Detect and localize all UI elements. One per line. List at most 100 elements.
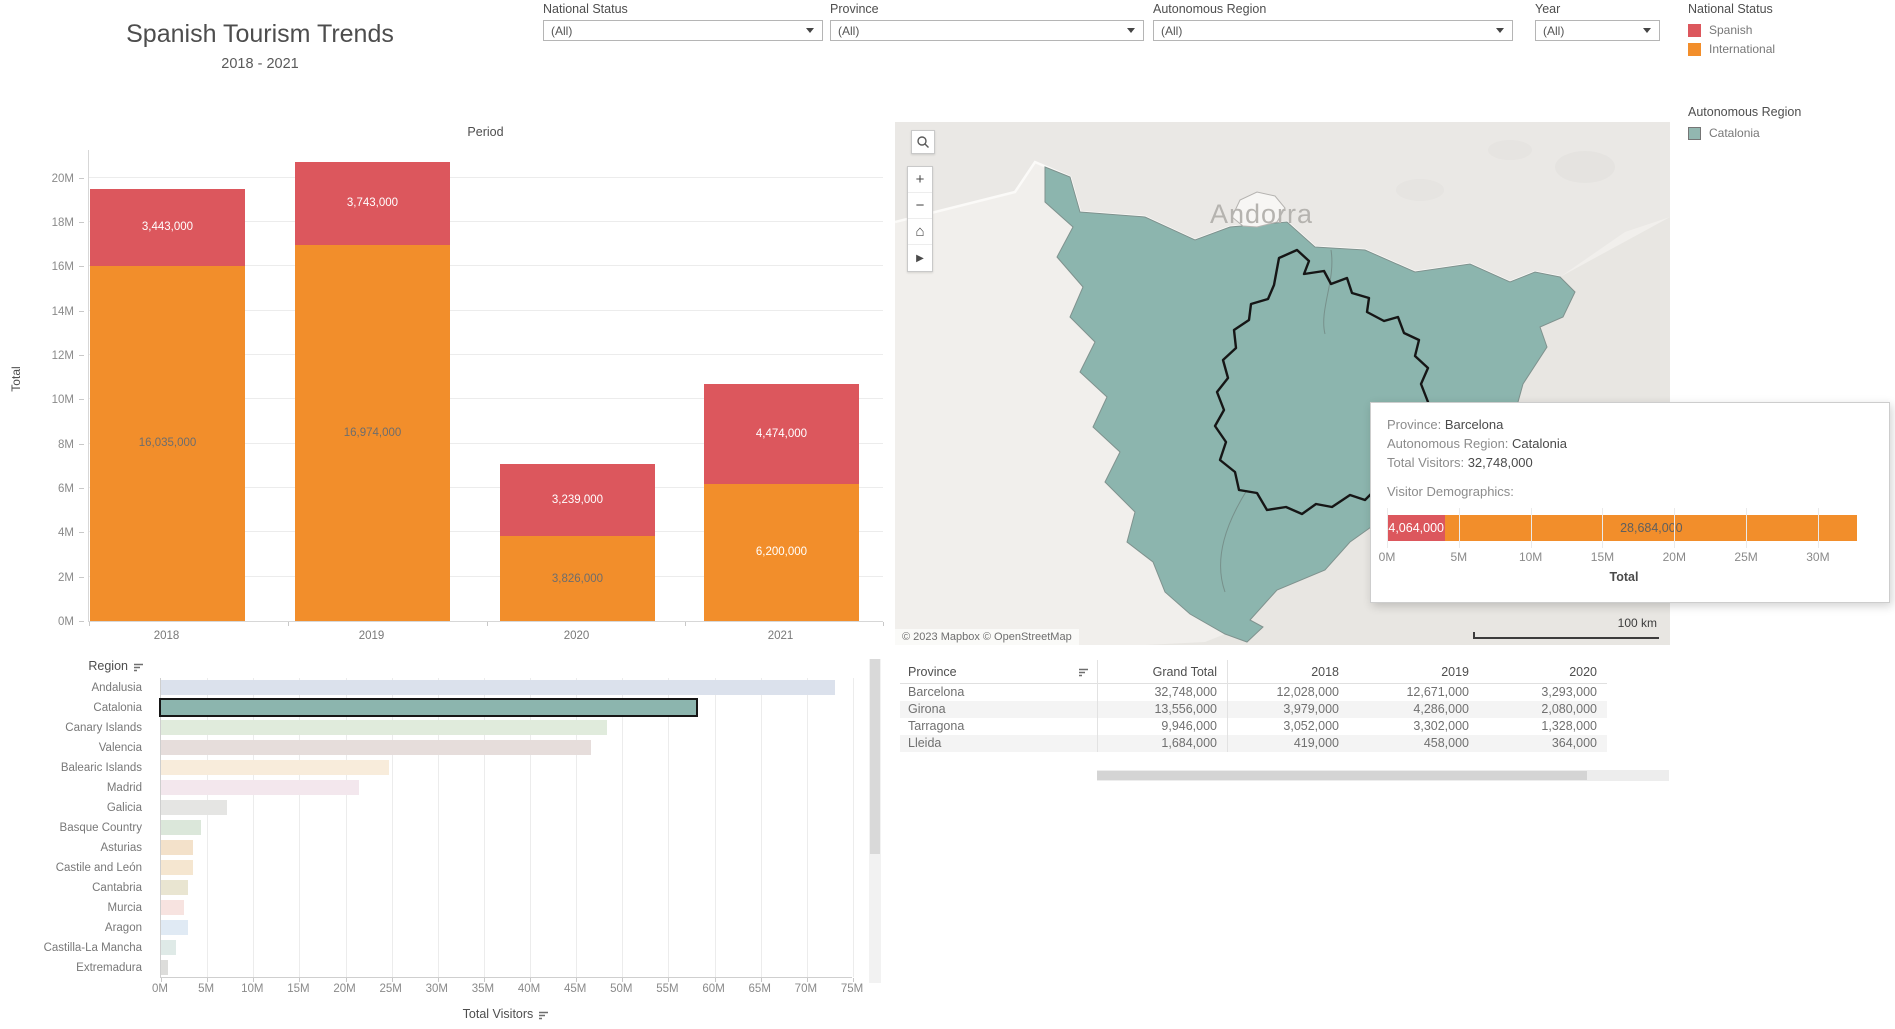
region-bar-castile-and-le-n[interactable] [161,860,194,875]
map-search-button[interactable] [911,130,935,154]
legend-item-international[interactable]: International [1688,42,1775,56]
x-tick-label: 45M [564,983,587,995]
table-row-lleida[interactable]: Lleida 1,684,000 419,000 458,000 364,000 [900,735,1607,752]
region-column-header[interactable]: Region [0,659,152,673]
bar-2021-international[interactable]: 6,200,000 [704,483,859,621]
bar-2019-spanish[interactable]: 3,743,000 [295,161,450,245]
gridline [1387,508,1388,548]
x-tick-label: 25M [379,983,402,995]
region-label-galicia: Galicia [106,802,142,814]
table-cell-value: 2,080,000 [1541,702,1597,716]
x-tick-label: 20M [1662,550,1686,564]
bar-2020-spanish[interactable]: 3,239,000 [500,464,655,537]
bar-2019-international[interactable]: 16,974,000 [295,244,450,621]
gridline [622,678,624,977]
gridline [1674,508,1676,548]
region-bar-cantabria[interactable] [161,880,188,895]
y-tick-label: 12M [51,349,74,362]
chevron-down-icon [1496,28,1504,33]
bar-2020-international[interactable]: 3,826,000 [500,536,655,621]
region-bar-andalusia[interactable] [161,680,835,695]
table-row-tarragona[interactable]: Tarragona 9,946,000 3,052,000 3,302,000 1,32… [900,718,1607,735]
tooltip-total-row: Total Visitors: 32,748,000 [1387,455,1533,470]
y-tick-mark [79,443,84,445]
national-status-dropdown[interactable]: (All) [543,20,823,41]
table-cell-value: 4,286,000 [1413,702,1469,716]
legend-item-label: Catalonia [1709,126,1760,140]
legend-autonomous-region: Autonomous Region Catalonia [1688,105,1801,145]
region-bar-galicia[interactable] [161,800,228,815]
region-bar-basque-country[interactable] [161,820,201,835]
region-label-madrid: Madrid [106,782,142,794]
bar-2018-spanish[interactable]: 3,443,000 [90,189,245,266]
gridline [1602,508,1604,548]
tooltip-demographics-label: Visitor Demographics: [1387,484,1514,499]
region-label-canary-islands: Canary Islands [65,722,142,734]
home-button[interactable]: ⌂ [908,219,932,245]
region-bar-valencia[interactable] [161,740,591,755]
region-bar-catalonia[interactable] [159,698,698,717]
international-swatch [1688,42,1701,56]
spanish-swatch [1688,23,1701,37]
autonomous-region-dropdown[interactable]: (All) [1153,20,1513,41]
x-category-label: 2020 [563,630,590,642]
region-scrollbar[interactable] [869,659,881,983]
tooltip-axis-title: Total [1609,570,1639,584]
region-label-asturias: Asturias [100,842,142,854]
y-tick-label: 8M [58,438,74,451]
y-tick-mark [79,221,84,223]
x-tick-mark [685,622,687,626]
gridline [714,678,716,977]
table-cell-value: 3,052,000 [1283,719,1339,733]
x-tick-label: 35M [471,983,495,995]
dropdown-value: (All) [838,23,860,38]
x-category-label: 2021 [767,630,794,642]
table-header-province[interactable]: Province [900,660,1097,683]
filter-label: Province [830,2,879,16]
region-bar-murcia[interactable] [161,900,185,915]
table-header-grand-total[interactable]: Grand Total [1097,660,1227,683]
table-header-2019[interactable]: 2019 [1349,660,1479,683]
table-row-barcelona[interactable]: Barcelona 32,748,000 12,028,000 12,671,000 3… [900,684,1607,701]
x-tick-label: 0M [152,983,168,995]
x-tick-label: 30M [1806,550,1830,564]
region-bar-castilla-la-mancha[interactable] [161,940,176,955]
bar-2021-spanish[interactable]: 4,474,000 [704,384,859,484]
legend-title: Autonomous Region [1688,105,1802,119]
bar-value-label: 16,035,000 [138,437,197,450]
region-bar-balearic-islands[interactable] [161,760,389,775]
gridline [853,678,854,977]
table-scrollbar[interactable] [1097,770,1669,781]
province-dropdown[interactable]: (All) [830,20,1144,41]
region-bar-asturias[interactable] [161,840,194,855]
sort-icon [539,1011,549,1019]
table-row-girona[interactable]: Girona 13,556,000 3,979,000 4,286,000 2,080,… [900,701,1607,718]
table-header-2018[interactable]: 2018 [1227,660,1349,683]
y-tick-mark [79,399,84,401]
table-scrollbar-thumb[interactable] [1097,771,1587,780]
region-bar-canary-islands[interactable] [161,720,607,735]
region-bar-aragon[interactable] [161,920,188,935]
x-tick-mark [714,978,716,982]
region-label-extremadura: Extremadura [76,962,142,974]
region-scrollbar-thumb[interactable] [870,659,880,854]
bar-2018-international[interactable]: 16,035,000 [90,265,245,621]
table-header-2020[interactable]: 2020 [1479,660,1607,683]
region-axis-labels: Andalusia Catalonia Canary Islands Valencia… [0,678,152,978]
zoom-out-button[interactable]: − [908,193,932,219]
pan-button[interactable]: ▶ [908,245,932,271]
region-bar-madrid[interactable] [161,780,360,795]
legend-item-catalonia[interactable]: Catalonia [1688,126,1801,140]
map-terrain-patch [1555,151,1615,183]
region-bar-extremadura[interactable] [161,960,169,975]
region-x-axis-title[interactable]: Total Visitors [160,1007,852,1021]
x-tick-mark [161,978,162,982]
table-cell-province: Barcelona [908,685,965,699]
filter-label: National Status [543,2,628,16]
zoom-in-button[interactable]: + [908,167,932,193]
gridline [1817,508,1819,548]
table-body: Barcelona 32,748,000 12,028,000 12,671,000 3… [900,684,1675,752]
legend-item-spanish[interactable]: Spanish [1688,23,1775,37]
year-dropdown[interactable]: (All) [1535,20,1660,41]
x-tick-mark [622,978,624,982]
